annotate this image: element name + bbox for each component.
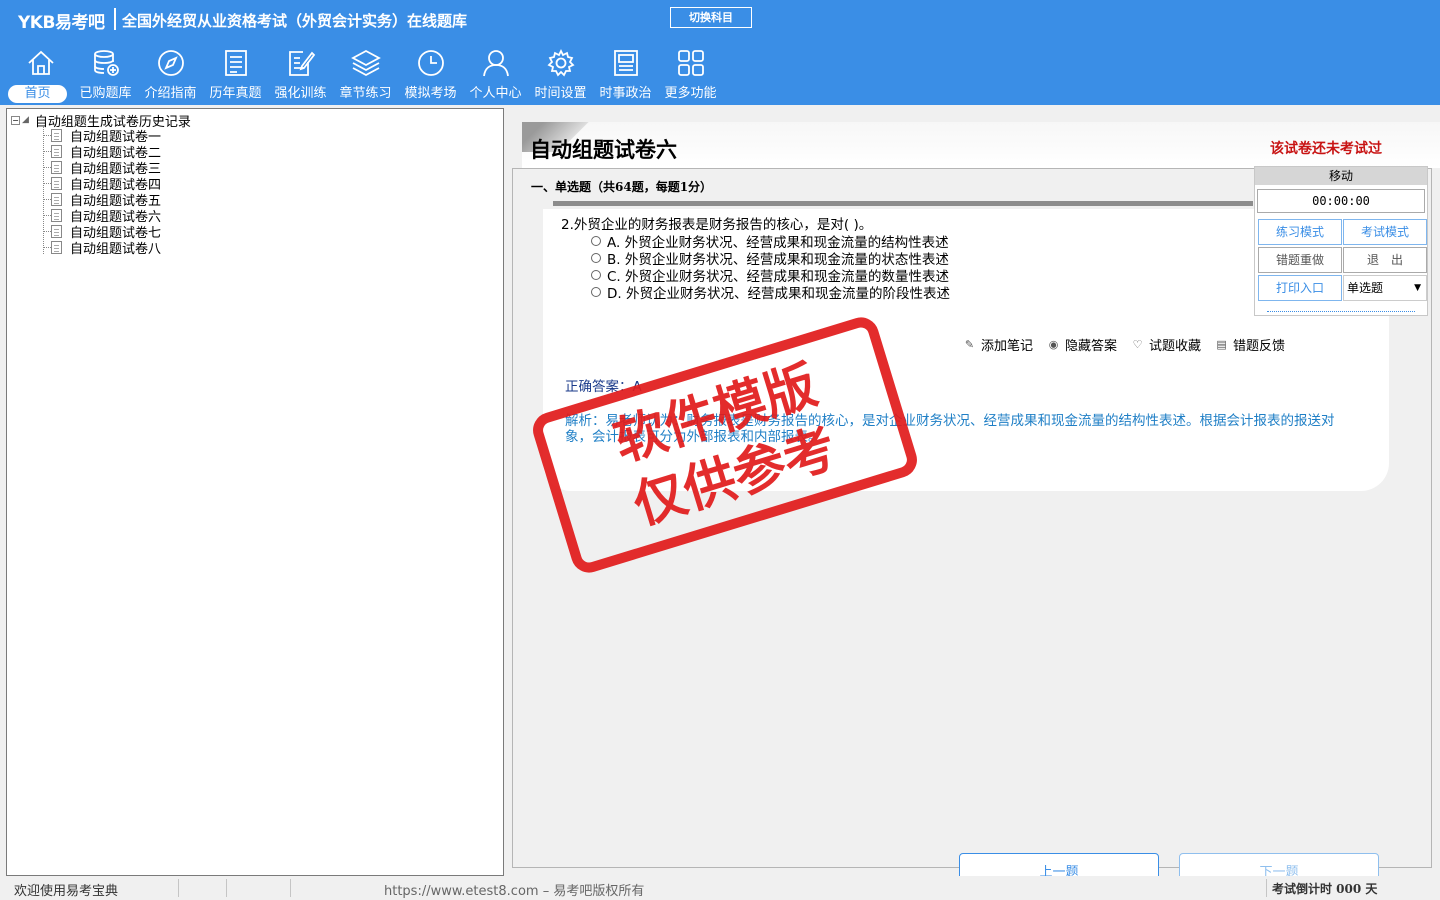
compass-icon bbox=[157, 50, 184, 76]
paper-title-bar: 自动组题试卷六 该试卷还未考试过 bbox=[522, 122, 1440, 168]
document-icon bbox=[51, 160, 62, 174]
feedback-button[interactable]: ▤ 错题反馈 bbox=[1215, 335, 1285, 354]
main-nav: 首页 已购题库 介绍指南 历年真题 强化训练 章节练习 模拟考场 个人中心 时间… bbox=[8, 44, 723, 104]
paper-status: 该试卷还未考试过 bbox=[1270, 141, 1382, 157]
exit-button[interactable]: 退 出 bbox=[1343, 247, 1427, 273]
status-separator bbox=[290, 879, 291, 897]
redo-wrong-button[interactable]: 错题重做 bbox=[1258, 247, 1342, 273]
timer-display: 00:00:00 bbox=[1257, 189, 1425, 213]
switch-subject-button[interactable]: 切换科目 bbox=[670, 7, 752, 28]
status-separator bbox=[178, 879, 179, 897]
nav-item-chapter[interactable]: 章节练习 bbox=[333, 44, 398, 104]
exam-countdown: 考试倒计时 000 天 bbox=[1272, 882, 1378, 896]
status-separator bbox=[226, 879, 227, 897]
tree-item[interactable]: 自动组题试卷八 bbox=[43, 239, 161, 257]
status-url: https://www.etest8.com – 易考吧版权所有 bbox=[384, 884, 645, 899]
hide-answer-button[interactable]: ◉ 隐藏答案 bbox=[1047, 335, 1117, 354]
nav-label: 更多功能 bbox=[664, 86, 717, 101]
paper-history-tree: − ◢ 自动组题生成试卷历史记录 自动组题试卷一 自动组题试卷二 自动组题试卷三… bbox=[6, 108, 504, 876]
status-separator bbox=[1266, 879, 1267, 897]
radio-button[interactable] bbox=[591, 287, 601, 297]
resize-handle[interactable] bbox=[1267, 311, 1415, 312]
document-icon bbox=[51, 144, 62, 158]
nav-item-home[interactable]: 首页 bbox=[8, 44, 73, 104]
nav-label: 首页 bbox=[8, 85, 67, 103]
user-icon bbox=[482, 50, 509, 77]
document-icon bbox=[51, 128, 62, 142]
report-icon: ▤ bbox=[1216, 338, 1227, 351]
radio-button[interactable] bbox=[591, 253, 601, 263]
question-tools: ✎ 添加笔记 ◉ 隐藏答案 ♡ 试题收藏 ▤ 错题反馈 bbox=[963, 335, 1285, 354]
clock-icon bbox=[417, 50, 444, 76]
status-welcome: 欢迎使用易考宝典 bbox=[14, 884, 119, 899]
option-d[interactable]: D. 外贸企业财务状况、经营成果和现金流量的阶段性表述 bbox=[591, 282, 950, 302]
paper-title: 自动组题试卷六 bbox=[530, 137, 677, 162]
nav-label: 已购题库 bbox=[79, 86, 132, 101]
logo-separator bbox=[114, 8, 116, 30]
nav-label: 介绍指南 bbox=[144, 86, 197, 101]
nav-label: 个人中心 bbox=[469, 86, 522, 101]
gear-icon bbox=[546, 48, 575, 77]
nav-label: 章节练习 bbox=[339, 86, 392, 101]
practice-mode-button[interactable]: 练习模式 bbox=[1258, 219, 1342, 245]
document-icon bbox=[51, 224, 62, 238]
print-button[interactable]: 打印入口 bbox=[1258, 275, 1342, 301]
nav-item-more[interactable]: 更多功能 bbox=[658, 44, 723, 104]
document-icon bbox=[51, 240, 62, 254]
database-icon bbox=[93, 50, 119, 76]
document-lock-icon bbox=[51, 208, 62, 222]
nav-item-purchased[interactable]: 已购题库 bbox=[73, 44, 138, 104]
nav-label: 强化训练 bbox=[274, 86, 327, 101]
grid-icon bbox=[677, 50, 704, 76]
dropdown-caret-icon: ▼ bbox=[1414, 283, 1421, 293]
edit-icon bbox=[288, 51, 315, 76]
home-icon bbox=[27, 50, 54, 75]
exam-mode-button[interactable]: 考试模式 bbox=[1343, 219, 1427, 245]
nav-item-guide[interactable]: 介绍指南 bbox=[138, 44, 203, 104]
nav-label: 时间设置 bbox=[534, 86, 587, 101]
nav-item-current-affairs[interactable]: 时事政治 bbox=[593, 44, 658, 104]
section-heading: 一、单选题（共64题，每题1分） bbox=[531, 180, 713, 194]
pencil-icon: ✎ bbox=[964, 338, 975, 351]
layers-icon bbox=[350, 49, 381, 77]
heart-icon: ♡ bbox=[1132, 338, 1143, 351]
app-logo: YKB易考吧 bbox=[18, 13, 105, 33]
header-bar: YKB易考吧 全国外经贸从业资格考试（外贸会计实务）在线题库 切换科目 首页 已… bbox=[0, 0, 1440, 105]
nav-item-past-exams[interactable]: 历年真题 bbox=[203, 44, 268, 104]
question-stem: 2.外贸企业的财务报表是财务报告的核心，是对( )。 bbox=[561, 217, 873, 233]
document-icon bbox=[51, 176, 62, 190]
nav-label: 时事政治 bbox=[599, 86, 652, 101]
nav-item-profile[interactable]: 个人中心 bbox=[463, 44, 528, 104]
document-list-icon bbox=[224, 50, 247, 76]
app-title: 全国外经贸从业资格考试（外贸会计实务）在线题库 bbox=[122, 12, 468, 30]
nav-label: 历年真题 bbox=[209, 86, 262, 101]
folder-triangle-icon: ◢ bbox=[22, 115, 29, 125]
answer-analysis: 解析：易老师认为：财务报表是财务报告的核心，是对企业财务状况、经营成果和现金流量… bbox=[565, 413, 1335, 445]
newspaper-icon bbox=[613, 50, 638, 76]
add-note-button[interactable]: ✎ 添加笔记 bbox=[963, 335, 1033, 354]
move-handle[interactable]: 移动 bbox=[1255, 167, 1427, 185]
correct-answer: 正确答案：A bbox=[565, 379, 642, 395]
collapse-toggle-icon[interactable]: − bbox=[11, 115, 20, 125]
radio-button[interactable] bbox=[591, 236, 601, 246]
nav-item-intensive[interactable]: 强化训练 bbox=[268, 44, 333, 104]
nav-label: 模拟考场 bbox=[404, 86, 457, 101]
document-icon bbox=[51, 192, 62, 206]
favorite-button[interactable]: ♡ 试题收藏 bbox=[1131, 335, 1201, 354]
radio-button[interactable] bbox=[591, 270, 601, 280]
status-bar: 欢迎使用易考宝典 https://www.etest8.com – 易考吧版权所… bbox=[0, 876, 1440, 900]
nav-item-time-settings[interactable]: 时间设置 bbox=[528, 44, 593, 104]
question-type-select[interactable]: 单选题 ▼ bbox=[1343, 275, 1427, 301]
exam-control-box: 移动 00:00:00 练习模式 考试模式 错题重做 退 出 打印入口 单选题 … bbox=[1254, 166, 1428, 316]
section-divider bbox=[553, 201, 1253, 206]
nav-item-mock-exam[interactable]: 模拟考场 bbox=[398, 44, 463, 104]
eye-slash-icon: ◉ bbox=[1048, 338, 1059, 351]
